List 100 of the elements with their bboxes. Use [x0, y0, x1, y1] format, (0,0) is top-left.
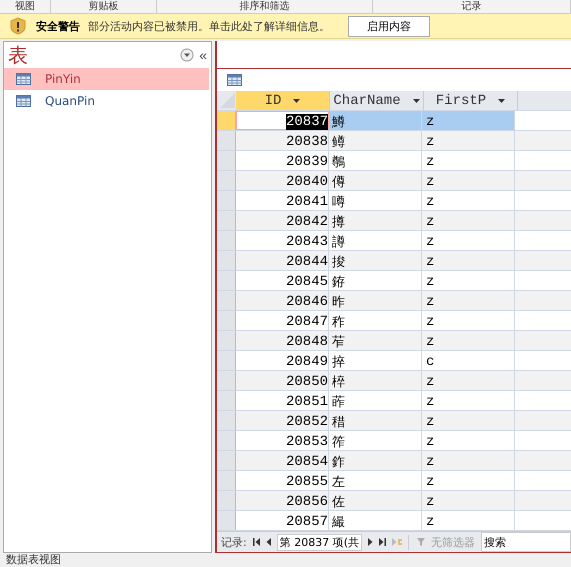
table-cell: z [422, 211, 515, 230]
table-cell: z [422, 311, 515, 330]
collapse-button[interactable]: « [199, 47, 207, 63]
table-cell: 苲 [329, 331, 422, 350]
table-cell: 鱒 [329, 111, 422, 130]
row-selector[interactable] [217, 151, 236, 170]
table-cell: 捽 [329, 351, 422, 370]
table-cell: z [422, 511, 515, 530]
dropdown-arrow-icon [412, 98, 420, 102]
row-selector[interactable] [217, 451, 236, 470]
table-cell: 繓 [329, 511, 422, 530]
table-cell: z [422, 431, 515, 450]
table-cell: z [422, 371, 515, 390]
row-selector[interactable] [217, 431, 236, 450]
pane-title: 表 [8, 42, 28, 68]
table-cell: z [422, 411, 515, 430]
record-label: 记录: [221, 534, 247, 550]
table-cell: 20847 [286, 314, 328, 330]
dropdown-icon [180, 48, 194, 62]
table-cell: 20838 [286, 134, 328, 150]
table-cell: 20855 [286, 474, 328, 490]
last-record-icon [379, 538, 386, 546]
nav-item[interactable]: PinYin [4, 68, 209, 90]
table-cell: 20857 [286, 514, 328, 530]
nav-item[interactable]: QuanPin [4, 90, 209, 112]
row-selector[interactable] [217, 171, 236, 190]
row-selector[interactable] [217, 111, 236, 130]
table-cell: 僔 [329, 171, 422, 190]
row-selector[interactable] [217, 351, 236, 370]
table-cell: z [422, 131, 515, 150]
row-selector[interactable] [217, 391, 236, 410]
ribbon-group-label: 视图 [0, 0, 51, 13]
table-cell: 20851 [286, 394, 328, 410]
row-selector[interactable] [217, 471, 236, 490]
enable-content-button[interactable]: 启用内容 [348, 16, 430, 36]
table-cell: 鈼 [329, 451, 422, 470]
column-header[interactable]: FirstP [424, 91, 518, 110]
table-cell: 20853 [286, 434, 328, 450]
table-cell: 葃 [329, 391, 422, 410]
table-cell: 20837 [286, 114, 328, 130]
table-cell: c [422, 351, 515, 370]
dropdown-arrow-icon [498, 98, 506, 102]
table-icon [16, 95, 31, 107]
record-position-field[interactable]: 第 20837 项(共 [276, 534, 362, 550]
table-cell: 20849 [286, 354, 328, 370]
column-header[interactable]: ID [236, 91, 330, 110]
column-header[interactable]: CharName [330, 91, 424, 110]
warning-message[interactable]: 部分活动内容已被禁用。单击此处了解详细信息。 [88, 18, 330, 34]
row-selector[interactable] [217, 371, 236, 390]
row-selector[interactable] [217, 411, 236, 430]
row-selector[interactable] [217, 511, 236, 530]
status-bar-text: 数据表视图 [5, 553, 62, 567]
current-cell[interactable]: 20837 [236, 111, 329, 130]
table-cell: 椊 [329, 371, 422, 390]
row-selector[interactable] [217, 191, 236, 210]
table-cell: z [422, 251, 515, 270]
row-selector[interactable] [217, 131, 236, 150]
row-selector[interactable] [217, 491, 236, 510]
table-cell: 20854 [286, 454, 328, 470]
table-cell: z [422, 111, 515, 130]
table-cell: 秨 [329, 311, 422, 330]
table-cell: 20845 [286, 274, 328, 290]
table-cell: 20843 [286, 234, 328, 250]
row-selector[interactable] [217, 291, 236, 310]
row-selector[interactable] [217, 331, 236, 350]
row-selector[interactable] [217, 311, 236, 330]
next-record-icon [368, 538, 373, 546]
funnel-icon [417, 538, 425, 546]
new-record-icon [392, 538, 402, 546]
row-selector[interactable] [217, 211, 236, 230]
table-cell: 筰 [329, 431, 422, 450]
table-cell: 20841 [286, 194, 328, 210]
table-cell: 20848 [286, 334, 328, 350]
table-cell: 20856 [286, 494, 328, 510]
first-record-icon [252, 538, 260, 546]
table-cell: 20839 [286, 154, 328, 170]
table-cell: 捘 [329, 251, 422, 270]
table-cell: 撙 [329, 211, 422, 230]
table-cell: 鷷 [329, 151, 422, 170]
table-cell: 20850 [286, 374, 328, 390]
row-selector[interactable] [217, 271, 236, 290]
row-selector[interactable] [217, 251, 236, 270]
warning-title: 安全警告 [36, 18, 80, 34]
table-cell: 20842 [286, 214, 328, 230]
table-cell: z [422, 231, 515, 250]
table-cell: z [422, 331, 515, 350]
table-cell: 20840 [286, 174, 328, 190]
table-cell: z [422, 451, 515, 470]
table-cell: 左 [329, 471, 422, 490]
row-selector[interactable] [217, 231, 236, 250]
table-cell: z [422, 491, 515, 510]
table-cell: 稓 [329, 411, 422, 430]
table-cell: z [422, 391, 515, 410]
table-cell: z [422, 471, 515, 490]
ribbon-group-label: 排序和筛选 [157, 0, 373, 13]
table-cell: 昨 [329, 291, 422, 310]
search-field[interactable]: 搜索 [481, 532, 571, 552]
table-cell: 譐 [329, 231, 422, 250]
table-cell: 鳟 [329, 131, 422, 150]
table-cell: 噂 [329, 191, 422, 210]
